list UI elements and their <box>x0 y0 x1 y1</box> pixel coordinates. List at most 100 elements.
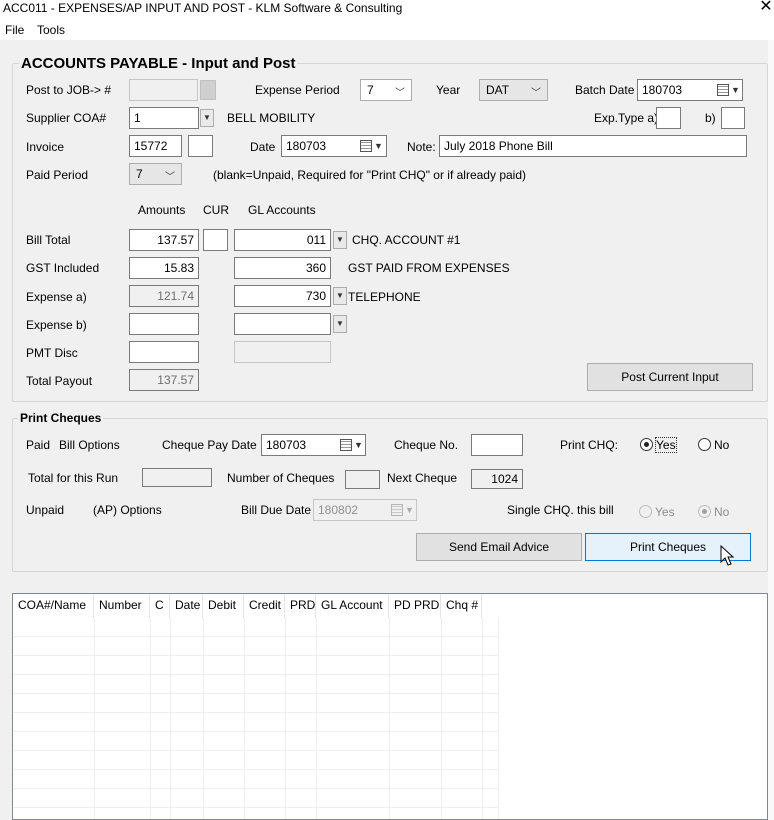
grid-col-number[interactable]: Number <box>94 594 150 618</box>
bill-due-date-label: Bill Due Date <box>241 503 312 517</box>
year-select[interactable]: DAT ﹀ <box>479 79 548 101</box>
batch-date-picker[interactable]: 180703 ▼ <box>637 79 743 101</box>
bill-total-gl-dropdown[interactable]: ▼ <box>333 231 347 249</box>
bill-total-gl-name: CHQ. ACCOUNT #1 <box>352 233 461 247</box>
print-chq-yes-radio[interactable] <box>640 438 653 451</box>
dropdown-arrow-icon: ▼ <box>731 85 740 95</box>
expense-b-gl-account[interactable] <box>234 313 331 335</box>
bill-total-amount[interactable]: 137.57 <box>129 229 199 251</box>
window-title: ACC011 - EXPENSES/AP INPUT AND POST - KL… <box>3 1 403 15</box>
grid-col-c[interactable]: C <box>150 594 170 618</box>
grid-col-gl-account[interactable]: GL Account <box>316 594 389 618</box>
post-to-job-label: Post to JOB-> # <box>26 83 112 97</box>
single-chq-yes-label: Yes <box>655 505 675 519</box>
invoice-suffix-input[interactable] <box>188 135 213 157</box>
bill-due-date-picker: 180802 ▼ <box>313 499 417 521</box>
grid-col-debit[interactable]: Debit <box>203 594 244 618</box>
bill-total-currency[interactable] <box>203 229 228 251</box>
menu-file[interactable]: File <box>5 23 24 37</box>
supplier-coa-input[interactable]: 1 <box>129 107 199 129</box>
close-icon[interactable]: ✕ <box>758 0 774 16</box>
ap-group-title: ACCOUNTS PAYABLE - Input and Post <box>19 55 298 72</box>
expense-b-gl-dropdown[interactable]: ▼ <box>333 315 347 333</box>
job-lookup-button <box>200 80 216 100</box>
total-run-label: Total for this Run <box>28 471 119 485</box>
grid-col-pd-prd[interactable]: PD PRD <box>389 594 441 618</box>
unpaid-label: Unpaid <box>26 503 65 517</box>
single-chq-label: Single CHQ. this bill <box>507 503 614 517</box>
print-chq-label: Print CHQ: <box>560 438 619 452</box>
gst-included-amount[interactable]: 15.83 <box>129 257 199 279</box>
supplier-coa-label: Supplier COA# <box>26 111 107 125</box>
dropdown-arrow-icon: ▼ <box>374 141 383 151</box>
grid-body <box>13 618 767 819</box>
expense-period-value: 7 <box>367 83 374 97</box>
exp-type-b-input[interactable] <box>721 107 745 129</box>
chevron-down-icon: ﹀ <box>531 88 541 99</box>
next-cheque-label: Next Cheque <box>387 471 458 485</box>
expense-period-select[interactable]: 7 ﹀ <box>360 79 412 101</box>
next-cheque-value: 1024 <box>471 469 523 489</box>
pmt-disc-amount[interactable] <box>129 341 199 363</box>
dropdown-arrow-icon: ▼ <box>354 440 363 450</box>
number-of-cheques-label: Number of Cheques <box>227 471 335 485</box>
transactions-grid[interactable]: COA#/Name Number C Date Debit Credit PRD… <box>12 593 768 820</box>
grid-col-coa-name[interactable]: COA#/Name <box>13 594 94 618</box>
chevron-down-icon: ﹀ <box>165 172 175 183</box>
cur-column-header: CUR <box>203 203 229 217</box>
paid-period-select[interactable]: 7 ﹀ <box>129 163 182 185</box>
year-value: DAT <box>486 83 510 97</box>
mouse-cursor-icon <box>720 545 735 566</box>
cheque-no-input[interactable] <box>471 434 523 456</box>
invoice-date-picker[interactable]: 180703 ▼ <box>281 135 387 157</box>
grid-header: COA#/Name Number C Date Debit Credit PRD… <box>13 594 482 618</box>
total-payout-amount: 137.57 <box>129 369 199 391</box>
grid-col-date[interactable]: Date <box>170 594 203 618</box>
note-label: Note: <box>407 140 436 154</box>
gst-gl-account[interactable]: 360 <box>234 257 331 279</box>
single-chq-yes-radio <box>639 505 652 518</box>
expense-a-amount: 121.74 <box>129 285 199 307</box>
expense-a-gl-name: TELEPHONE <box>348 290 421 304</box>
expense-period-label: Expense Period <box>255 83 340 97</box>
grid-col-prd[interactable]: PRD <box>285 594 316 618</box>
grid-col-chq-no[interactable]: Chq # <box>441 594 482 618</box>
expense-b-amount[interactable] <box>129 313 199 335</box>
expense-a-gl-account[interactable]: 730 <box>234 285 331 307</box>
cheque-pay-date-picker[interactable]: 180703 ▼ <box>261 434 366 456</box>
title-bar: ACC011 - EXPENSES/AP INPUT AND POST - KL… <box>0 0 774 17</box>
gl-accounts-column-header: GL Accounts <box>248 203 316 217</box>
post-current-input-button[interactable]: Post Current Input <box>587 363 753 391</box>
cheque-pay-date-value: 180703 <box>266 438 307 452</box>
cheque-pay-date-label: Cheque Pay Date <box>162 438 257 452</box>
paid-label: Paid <box>26 438 51 452</box>
exp-type-a-input[interactable] <box>656 107 681 129</box>
menu-tools[interactable]: Tools <box>37 23 65 37</box>
total-payout-label: Total Payout <box>26 374 93 388</box>
bill-options-label: Bill Options <box>59 438 120 452</box>
pmt-disc-gl-account <box>234 341 331 363</box>
send-email-advice-button[interactable]: Send Email Advice <box>416 533 582 561</box>
invoice-label: Invoice <box>26 140 65 154</box>
paid-period-value: 7 <box>136 167 143 181</box>
paid-period-label: Paid Period <box>26 168 89 182</box>
invoice-date-value: 180703 <box>286 139 327 153</box>
single-chq-no-label: No <box>714 505 730 519</box>
note-input[interactable]: July 2018 Phone Bill <box>439 135 747 157</box>
grid-col-credit[interactable]: Credit <box>244 594 285 618</box>
supplier-dropdown-button[interactable]: ▼ <box>200 109 214 127</box>
batch-date-value: 180703 <box>642 83 683 97</box>
bill-total-gl-account[interactable]: 011 <box>234 229 331 251</box>
print-chq-yes-label[interactable]: Yes <box>655 437 677 453</box>
menu-bar <box>0 22 774 40</box>
invoice-input[interactable]: 15772 <box>129 135 182 157</box>
bill-total-label: Bill Total <box>26 233 71 247</box>
print-chq-no-radio[interactable] <box>698 438 711 451</box>
bill-due-date-value: 180802 <box>318 503 359 517</box>
print-chq-no-label[interactable]: No <box>714 438 729 452</box>
dropdown-arrow-icon: ▼ <box>405 505 414 515</box>
expense-a-gl-dropdown[interactable]: ▼ <box>333 287 347 305</box>
expense-a-label: Expense a) <box>26 290 87 304</box>
expense-b-label: Expense b) <box>26 318 87 332</box>
window-edge <box>768 40 774 820</box>
